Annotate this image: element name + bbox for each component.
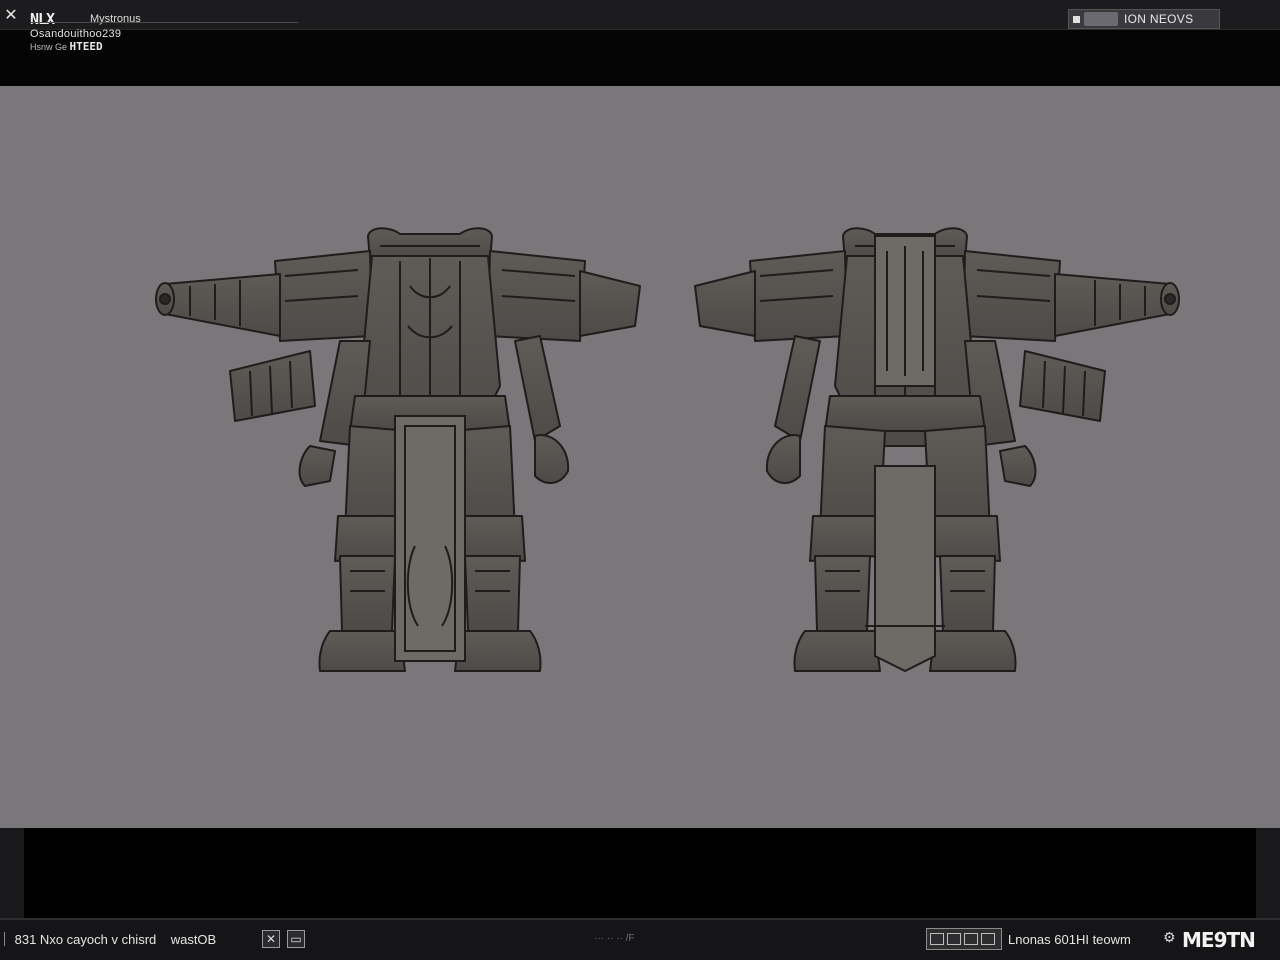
status-text-2: wastOB xyxy=(170,932,217,947)
document-subtitle: Osandouithoo239 xyxy=(30,28,122,40)
status-mid-text: ··· ·· ·· /F xyxy=(594,933,635,944)
status-info: 831 Nxo cayoch v chisrd wastOB xyxy=(4,932,216,947)
document-meta: Hsnw Ge HTEED xyxy=(30,40,103,53)
render-mode-icon-4[interactable] xyxy=(981,933,995,945)
x-box-icon[interactable]: ✕ xyxy=(262,930,280,948)
view-toggle-label: ION NEOVS xyxy=(1124,12,1194,26)
close-icon[interactable]: ✕ xyxy=(2,6,20,24)
viewport-canvas xyxy=(155,227,1180,673)
monitor-icon[interactable]: ▭ xyxy=(287,930,305,948)
render-mode-icon-1[interactable] xyxy=(930,933,944,945)
timeline-area xyxy=(0,828,1280,918)
gear-icon[interactable]: ⚙ xyxy=(1163,930,1176,946)
timeline-edge-left xyxy=(0,828,24,918)
status-separator xyxy=(4,932,5,946)
back-view-model[interactable] xyxy=(694,227,1180,673)
app-name: Mystronus xyxy=(90,13,141,25)
render-mode-icon-2[interactable] xyxy=(947,933,961,945)
status-right-text: Lnonas 601HI teowm xyxy=(1008,932,1131,947)
brand-logo: ME9TN xyxy=(1182,928,1256,952)
title-divider xyxy=(30,22,298,23)
document-meta-label: Hsnw Ge xyxy=(30,42,68,52)
status-text: 831 Nxo cayoch v chisrd xyxy=(14,932,157,947)
view-toggle-button[interactable]: ION NEOVS xyxy=(1068,9,1220,29)
document-meta-value: HTEED xyxy=(69,40,103,53)
front-view-model[interactable] xyxy=(155,227,641,672)
render-mode-group[interactable] xyxy=(926,928,1002,950)
title-bar: ✕ NLX Mystronus Osandouithoo239 Hsnw Ge … xyxy=(0,0,1280,86)
timeline-edge-right xyxy=(1256,828,1280,918)
toggle-badge xyxy=(1084,12,1118,26)
app-logo: NLX xyxy=(30,10,55,28)
render-mode-icon-3[interactable] xyxy=(964,933,978,945)
square-icon xyxy=(1073,15,1080,23)
status-bar: 831 Nxo cayoch v chisrd wastOB ✕ ▭ ··· ·… xyxy=(0,918,1280,960)
model-viewport[interactable] xyxy=(0,86,1280,828)
